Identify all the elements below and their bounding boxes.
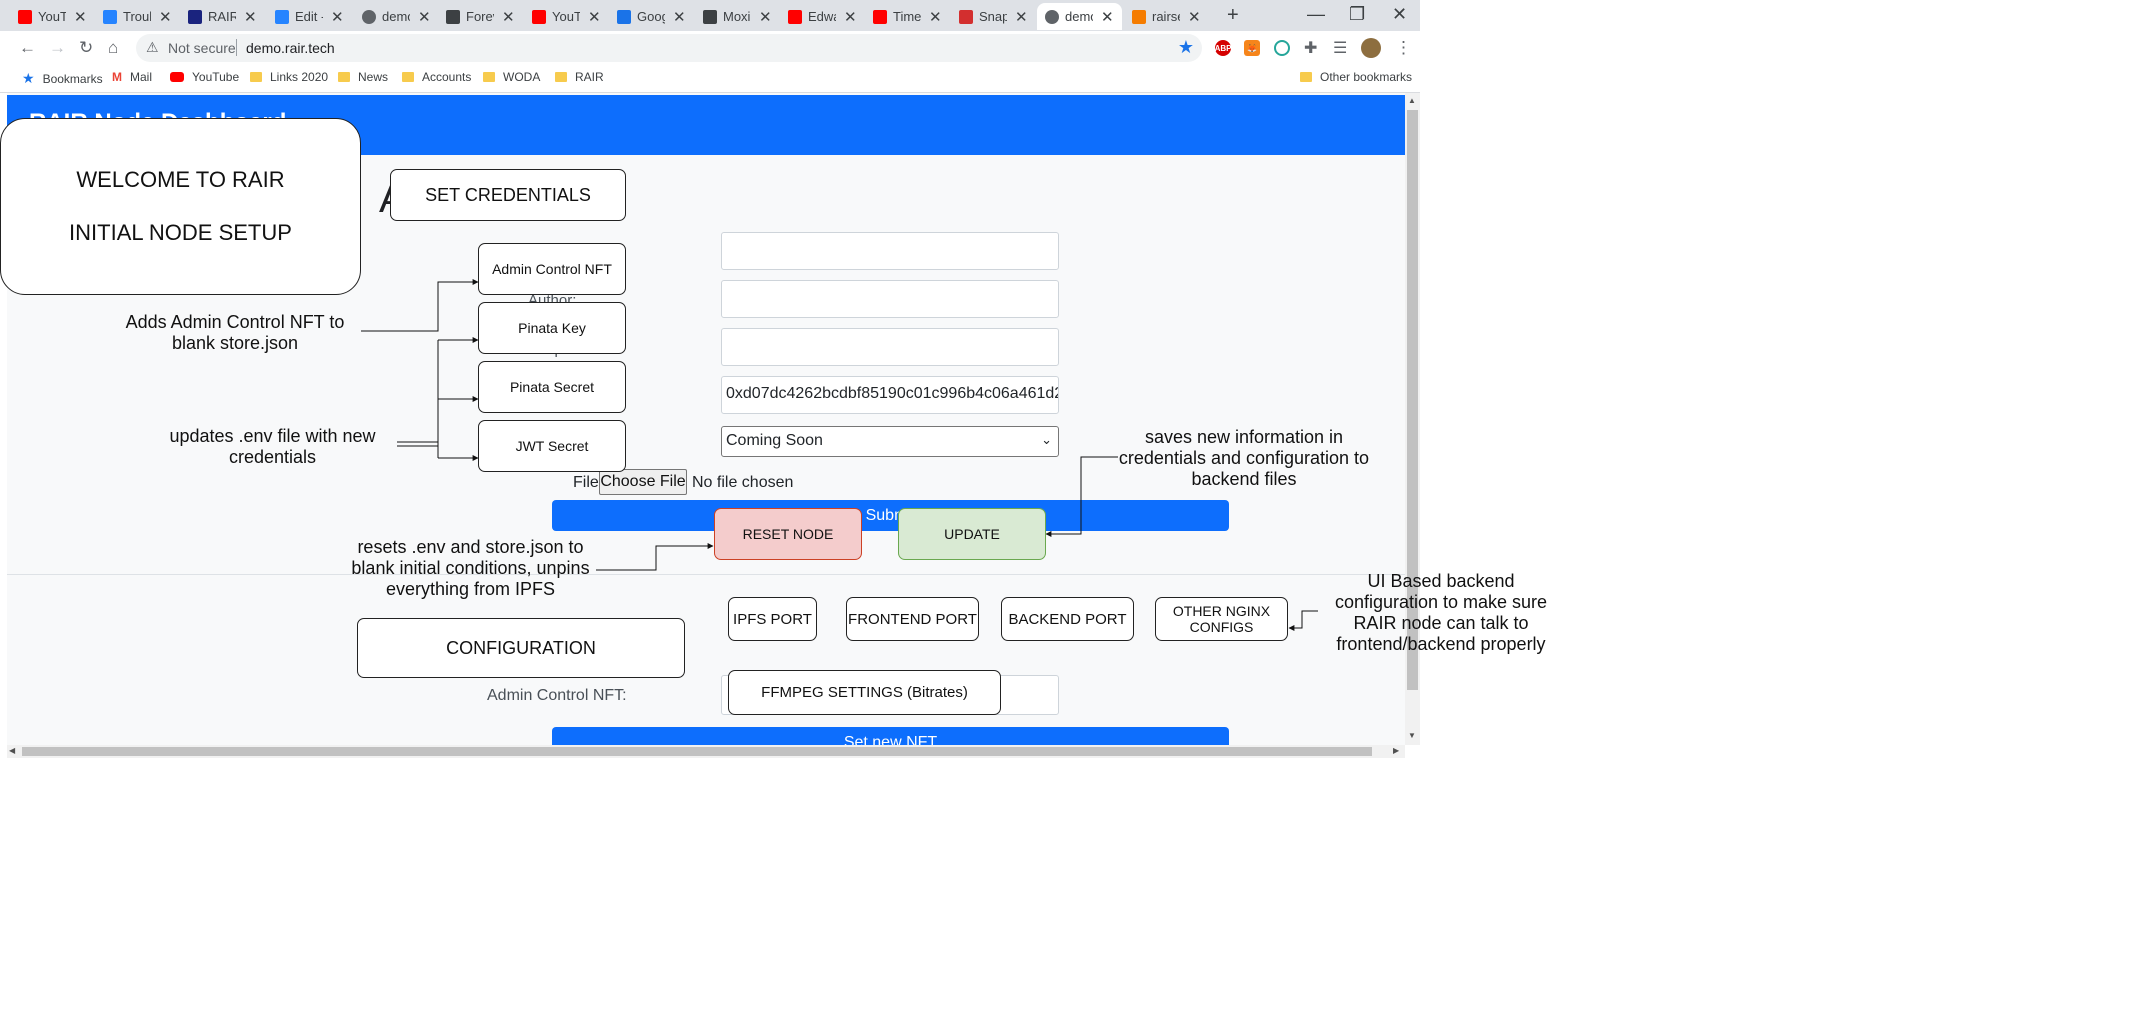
update-button[interactable]: UPDATE: [898, 508, 1046, 560]
backend-port-button[interactable]: BACKEND PORT: [1001, 597, 1134, 641]
set-credentials-button[interactable]: SET CREDENTIALS: [390, 169, 626, 221]
welcome-box: WELCOME TO RAIR INITIAL NODE SETUP: [0, 118, 361, 295]
note-reset: resets .env and store.json to blank init…: [351, 537, 590, 599]
arrow-nginx: [1288, 610, 1318, 631]
admin-control-nft-button[interactable]: Admin Control NFT: [478, 243, 626, 295]
ipfs-port-button[interactable]: IPFS PORT: [728, 597, 817, 641]
pinata-secret-button[interactable]: Pinata Secret: [478, 361, 626, 413]
welcome-line-2: INITIAL NODE SETUP: [69, 220, 292, 245]
welcome-line-1: WELCOME TO RAIR: [76, 167, 285, 192]
arrow-update: [1045, 456, 1118, 537]
reset-node-button[interactable]: RESET NODE: [714, 508, 862, 560]
configuration-button[interactable]: CONFIGURATION: [357, 618, 685, 678]
arrow-admin-nft: [361, 279, 479, 332]
connector-lines: [361, 279, 1318, 631]
note-env-update: updates .env file with new credentials: [169, 426, 376, 467]
ffmpeg-settings-button[interactable]: FFMPEG SETTINGS (Bitrates): [728, 670, 1001, 715]
note-saves: saves new information in credentials and…: [1118, 427, 1370, 489]
note-ui-config: UI Based backend configuration to make s…: [1334, 571, 1548, 654]
jwt-secret-button[interactable]: JWT Secret: [478, 420, 626, 472]
pinata-key-button[interactable]: Pinata Key: [478, 302, 626, 354]
note-admin-nft: Adds Admin Control NFT to blank store.js…: [125, 312, 345, 353]
arrow-reset: [596, 543, 714, 571]
frontend-port-button[interactable]: FRONTEND PORT: [846, 597, 979, 641]
other-nginx-configs-button[interactable]: OTHER NGINX CONFIGS: [1155, 597, 1288, 641]
